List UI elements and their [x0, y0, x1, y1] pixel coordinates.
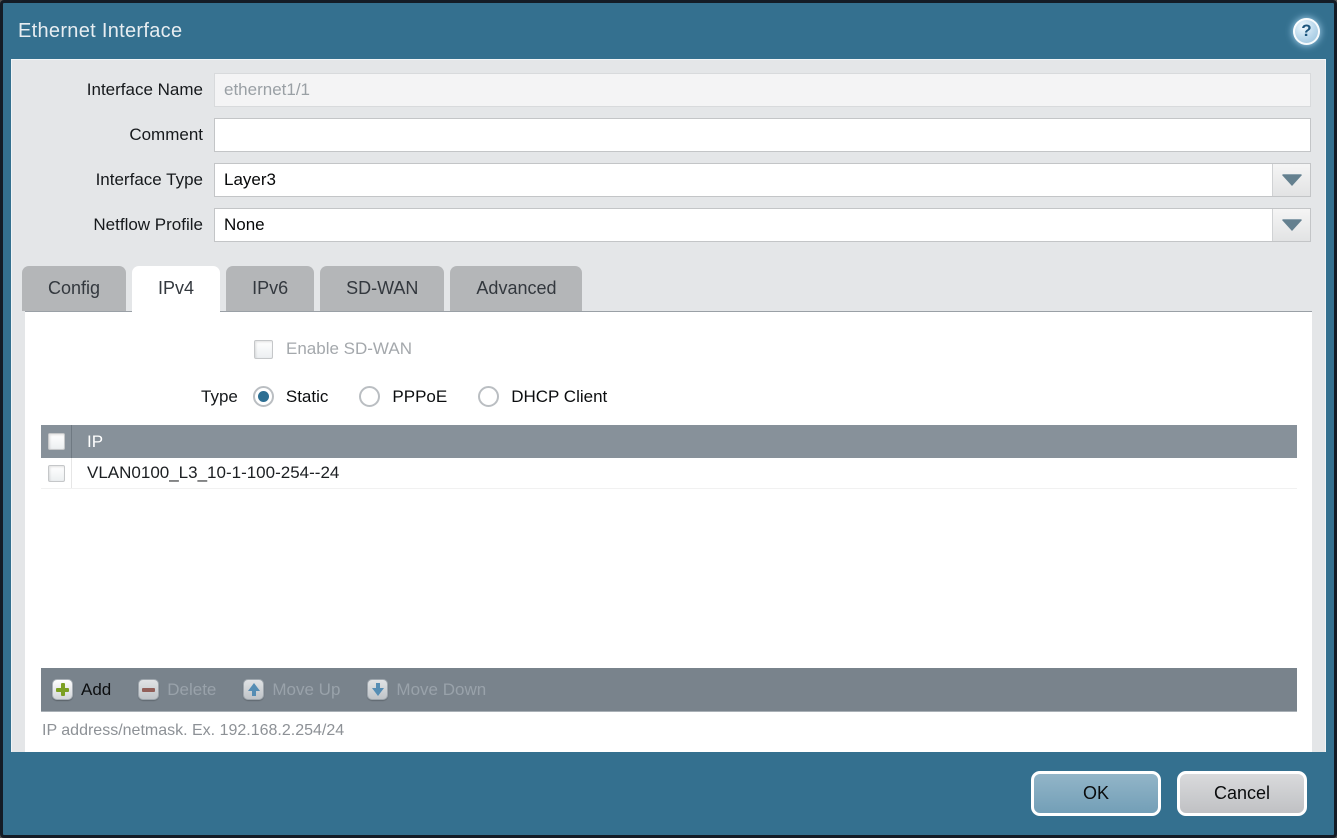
dialog-body: Interface Name Comment Interface Type La…	[11, 59, 1326, 752]
netflow-profile-dropdown-button[interactable]	[1272, 209, 1310, 241]
move-down-button-label: Move Down	[396, 680, 486, 700]
radio-static-label[interactable]: Static	[286, 387, 329, 407]
interface-type-dropdown-button[interactable]	[1272, 164, 1310, 196]
tab-sd-wan[interactable]: SD-WAN	[320, 266, 444, 311]
arrow-up-icon	[243, 679, 264, 700]
minus-icon	[138, 679, 159, 700]
form-row-interface-type: Interface Type Layer3	[12, 163, 1311, 197]
interface-name-label: Interface Name	[12, 80, 214, 100]
dialog-footer: OK Cancel	[3, 752, 1334, 835]
dialog-titlebar: Ethernet Interface ?	[3, 3, 1334, 59]
netflow-profile-label: Netflow Profile	[12, 215, 214, 235]
comment-label: Comment	[12, 125, 214, 145]
cancel-button[interactable]: Cancel	[1177, 771, 1307, 816]
arrow-down-icon	[367, 679, 388, 700]
ip-table: IP VLAN0100_L3_10-1-100-254--24 Add	[41, 425, 1297, 712]
radio-dhcp-client[interactable]	[478, 386, 499, 407]
radio-pppoe-label[interactable]: PPPoE	[392, 387, 447, 407]
netflow-profile-select[interactable]: None	[214, 208, 1311, 242]
table-empty-space	[41, 489, 1297, 668]
form-row-interface-name: Interface Name	[12, 73, 1311, 107]
ip-table-header: IP	[41, 425, 1297, 458]
tab-ipv6[interactable]: IPv6	[226, 266, 314, 311]
ip-column-header: IP	[72, 425, 103, 458]
dialog-title: Ethernet Interface	[18, 20, 182, 43]
netflow-profile-value: None	[215, 209, 1272, 241]
type-row: Type Static PPPoE DHCP Client	[201, 386, 1312, 407]
interface-type-value: Layer3	[215, 164, 1272, 196]
ip-format-hint: IP address/netmask. Ex. 192.168.2.254/24	[25, 712, 1312, 752]
tab-ipv4[interactable]: IPv4	[132, 266, 220, 312]
chevron-down-icon	[1282, 220, 1302, 231]
add-button[interactable]: Add	[52, 679, 111, 700]
form-row-comment: Comment	[12, 118, 1311, 152]
form-area: Interface Name Comment Interface Type La…	[12, 60, 1325, 253]
move-down-button[interactable]: Move Down	[367, 679, 486, 700]
comment-field[interactable]	[214, 118, 1311, 152]
enable-sdwan-checkbox	[254, 340, 273, 359]
delete-button-label: Delete	[167, 680, 216, 700]
move-up-button-label: Move Up	[272, 680, 340, 700]
row-checkbox[interactable]	[48, 465, 65, 482]
select-all-checkbox[interactable]	[48, 433, 65, 450]
form-row-netflow-profile: Netflow Profile None	[12, 208, 1311, 242]
tab-advanced[interactable]: Advanced	[450, 266, 582, 311]
ethernet-interface-dialog: Ethernet Interface ? Interface Name Comm…	[0, 0, 1337, 838]
help-icon[interactable]: ?	[1293, 18, 1320, 45]
interface-name-field	[214, 73, 1311, 107]
table-toolbar: Add Delete Move Up Move Down	[41, 668, 1297, 712]
row-checkbox-cell	[41, 458, 72, 488]
table-row[interactable]: VLAN0100_L3_10-1-100-254--24	[41, 458, 1297, 489]
radio-dhcp-client-label[interactable]: DHCP Client	[511, 387, 607, 407]
chevron-down-icon	[1282, 175, 1302, 186]
tab-config[interactable]: Config	[22, 266, 126, 311]
tab-strip: Config IPv4 IPv6 SD-WAN Advanced	[22, 266, 1325, 311]
move-up-button[interactable]: Move Up	[243, 679, 340, 700]
enable-sdwan-row: Enable SD-WAN	[254, 339, 1312, 359]
row-ip-value[interactable]: VLAN0100_L3_10-1-100-254--24	[72, 458, 339, 488]
plus-icon	[52, 679, 73, 700]
add-button-label: Add	[81, 680, 111, 700]
delete-button[interactable]: Delete	[138, 679, 216, 700]
interface-type-label: Interface Type	[12, 170, 214, 190]
interface-type-select[interactable]: Layer3	[214, 163, 1311, 197]
select-all-cell	[41, 425, 72, 458]
type-label: Type	[201, 387, 238, 407]
ipv4-tab-panel: Enable SD-WAN Type Static PPPoE DHCP Cli…	[25, 311, 1312, 752]
enable-sdwan-label: Enable SD-WAN	[286, 339, 412, 359]
radio-static[interactable]	[253, 386, 274, 407]
ok-button[interactable]: OK	[1031, 771, 1161, 816]
radio-pppoe[interactable]	[359, 386, 380, 407]
